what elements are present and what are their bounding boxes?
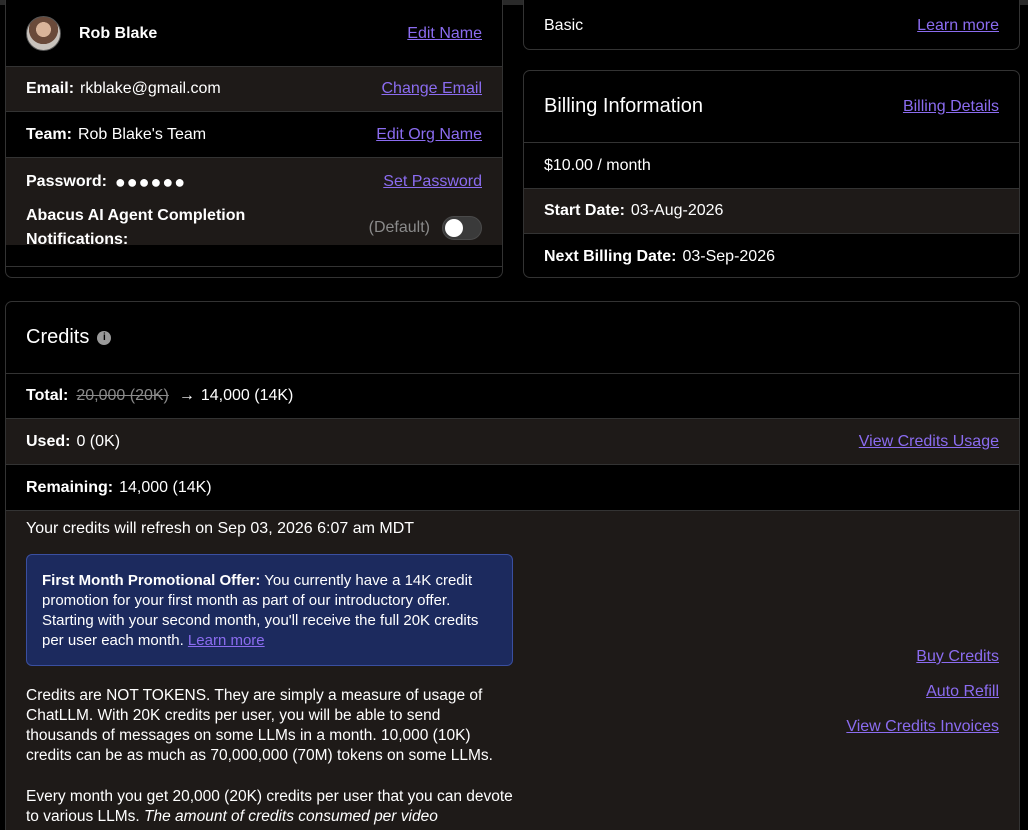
total-new-value: 14,000 (14K): [200, 387, 294, 404]
password-mask: ●●●●●●: [114, 171, 187, 192]
billing-next-row: Next Billing Date: 03-Sep-2026: [524, 233, 1019, 277]
password-notif-block: Password: ●●●●●● Set Password Abacus AI A…: [6, 157, 502, 248]
edit-name-link[interactable]: Edit Name: [407, 25, 482, 43]
notification-toggle[interactable]: [442, 216, 482, 240]
notification-label: Abacus AI Agent Completion Notifications…: [26, 204, 245, 252]
change-email-link[interactable]: Change Email: [382, 80, 483, 98]
password-label: Password:: [26, 173, 107, 190]
next-billing-label: Next Billing Date:: [544, 247, 677, 265]
view-credits-invoices-link[interactable]: View Credits Invoices: [846, 718, 999, 735]
billing-title: Billing Information: [544, 95, 703, 117]
email-value: rkblake@gmail.com: [80, 80, 221, 97]
total-old-value: 20,000 (20K): [76, 387, 169, 404]
remaining-label: Remaining:: [26, 478, 114, 496]
view-invoices-wrap: View Credits Invoices: [846, 718, 999, 736]
total-label: Total:: [26, 387, 69, 404]
credits-used-row: Used: 0 (0K) View Credits Usage: [6, 418, 1019, 464]
plan-name: Basic: [544, 17, 584, 34]
credits-header: Credits i: [6, 302, 1019, 373]
buy-credits-link[interactable]: Buy Credits: [916, 648, 999, 665]
used-value: 0 (0K): [76, 432, 121, 450]
notification-label-line2: Notifications:: [26, 231, 129, 248]
credits-card: Credits i Total: 20,000 (20K) → 14,000 (…: [5, 301, 1020, 830]
email-label: Email:: [26, 80, 75, 97]
name-row: Rob Blake Edit Name: [6, 1, 502, 66]
used-label: Used:: [26, 432, 71, 450]
user-name: Rob Blake: [79, 24, 158, 42]
notification-toggle-group: (Default): [369, 216, 482, 240]
view-credits-usage-link[interactable]: View Credits Usage: [859, 433, 999, 451]
edit-org-link[interactable]: Edit Org Name: [376, 126, 482, 144]
billing-price-row: $10.00 / month: [524, 142, 1019, 188]
team-label: Team:: [26, 125, 72, 143]
auto-refill-wrap: Auto Refill: [926, 683, 999, 701]
credits-remaining-row: Remaining: 14,000 (14K): [6, 464, 1019, 510]
start-date-label: Start Date:: [544, 202, 625, 219]
billing-start-row: Start Date: 03-Aug-2026: [524, 188, 1019, 233]
plan-learn-more-link[interactable]: Learn more: [917, 17, 999, 35]
credits-refresh-text: Your credits will refresh on Sep 03, 202…: [26, 520, 415, 537]
remaining-value: 14,000 (14K): [119, 478, 212, 496]
billing-price: $10.00 / month: [544, 156, 651, 174]
email-row: Email: rkblake@gmail.com Change Email: [6, 66, 502, 111]
info-icon[interactable]: i: [97, 330, 112, 345]
profile-card-bottom: [6, 266, 502, 277]
notification-default-label: (Default): [368, 219, 430, 236]
credits-total-row: Total: 20,000 (20K) → 14,000 (14K): [6, 373, 1019, 418]
profile-card: Rob Blake Edit Name Email: rkblake@gmail.…: [5, 0, 503, 278]
credits-monthly-text: Every month you get 20,000 (20K) credits…: [26, 787, 516, 827]
promo-learn-more-link[interactable]: Learn more: [188, 632, 265, 649]
billing-header: Billing Information Billing Details: [524, 71, 1019, 142]
buy-credits-wrap: Buy Credits: [916, 648, 999, 666]
team-row: Team: Rob Blake's Team Edit Org Name: [6, 111, 502, 157]
set-password-link[interactable]: Set Password: [383, 173, 482, 191]
plan-card: Basic Learn more: [523, 0, 1020, 50]
credits-monthly-italic: The amount of credits consumed per video: [144, 808, 438, 825]
toggle-knob: [445, 219, 463, 237]
auto-refill-link[interactable]: Auto Refill: [926, 683, 999, 700]
promo-title: First Month Promotional Offer:: [42, 572, 261, 589]
avatar: [26, 16, 61, 51]
team-value: Rob Blake's Team: [77, 125, 207, 143]
next-billing-value: 03-Sep-2026: [682, 247, 775, 265]
credits-explanation: Credits are NOT TOKENS. They are simply …: [26, 687, 493, 764]
billing-details-link[interactable]: Billing Details: [903, 98, 999, 116]
billing-card: Billing Information Billing Details $10.…: [523, 70, 1020, 278]
credits-title: Credits: [26, 326, 90, 348]
arrow-icon: →: [178, 387, 195, 404]
start-date-value: 03-Aug-2026: [630, 202, 724, 219]
promo-offer-box: First Month Promotional Offer: You curre…: [26, 554, 513, 666]
notification-label-line1: Abacus AI Agent Completion: [26, 207, 246, 224]
plan-row: Basic Learn more: [524, 1, 1019, 49]
